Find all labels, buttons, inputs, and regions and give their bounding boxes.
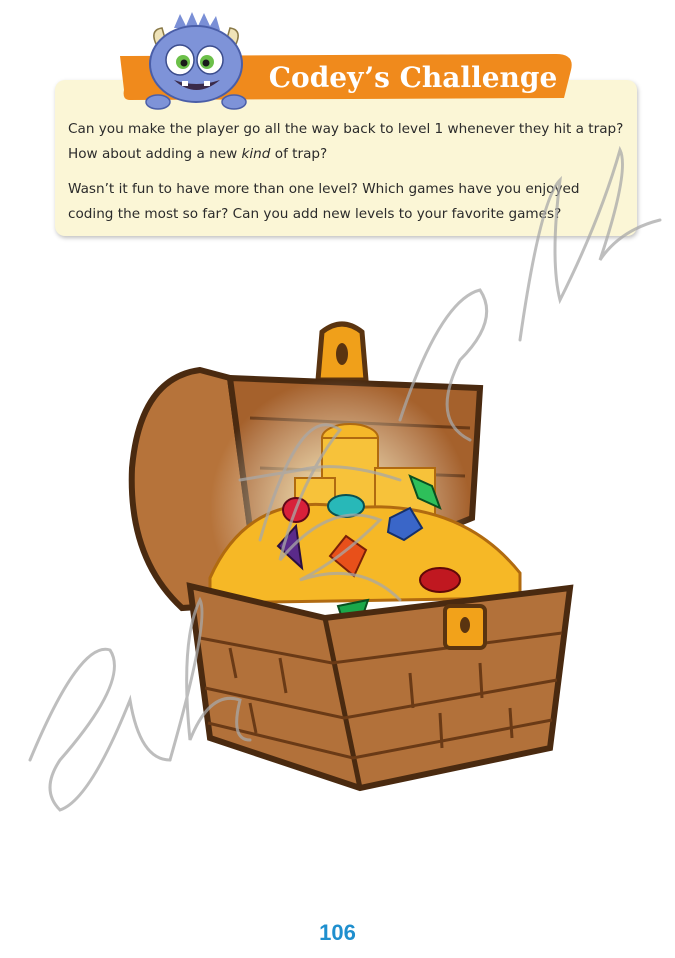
challenge-title: Codey’s Challenge xyxy=(268,61,558,94)
emphasis-kind: kind xyxy=(241,146,271,162)
page-number: 106 xyxy=(319,920,356,945)
treasure-chest-icon xyxy=(128,321,574,792)
challenge-paragraph-2: Wasn’t it fun to have more than one leve… xyxy=(68,181,580,222)
challenge-paragraph-1: Can you make the player go all the way b… xyxy=(68,121,624,162)
monster-mascot-icon xyxy=(145,12,247,110)
